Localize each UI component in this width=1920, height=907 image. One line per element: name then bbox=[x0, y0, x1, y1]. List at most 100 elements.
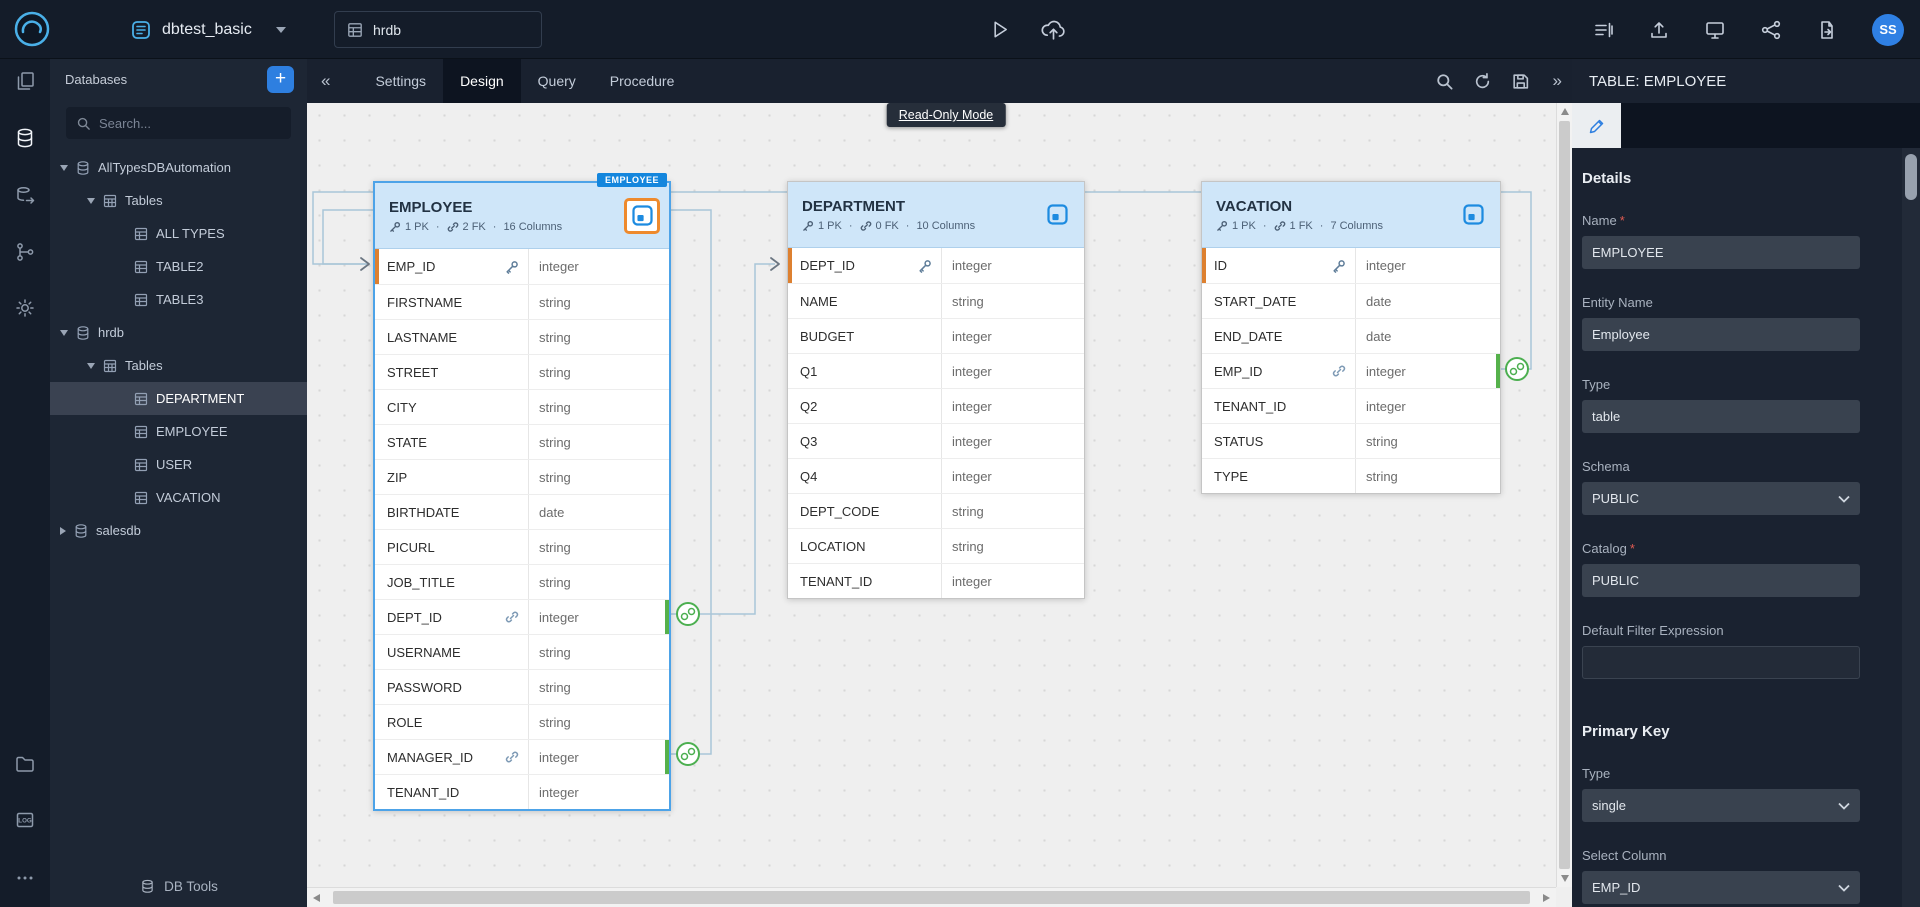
canvas-horizontal-scrollbar[interactable] bbox=[307, 887, 1556, 907]
column-row-employee-firstname[interactable]: FIRSTNAMEstring bbox=[375, 284, 669, 319]
column-row-employee-state[interactable]: STATEstring bbox=[375, 424, 669, 459]
tab-design[interactable]: Design bbox=[443, 59, 521, 103]
type-select[interactable]: single bbox=[1582, 789, 1860, 822]
entity-header[interactable]: EMPLOYEE1 PK·2 FK·16 Columns bbox=[375, 183, 669, 249]
column-row-employee-password[interactable]: PASSWORDstring bbox=[375, 669, 669, 704]
refresh-button[interactable] bbox=[1473, 72, 1492, 91]
column-row-employee-tenant-id[interactable]: TENANT_IDinteger bbox=[375, 774, 669, 809]
more-button[interactable] bbox=[0, 858, 50, 898]
column-row-employee-birthdate[interactable]: BIRTHDATEdate bbox=[375, 494, 669, 529]
entity-header[interactable]: DEPARTMENT1 PK·0 FK·10 Columns bbox=[788, 182, 1084, 248]
column-row-vacation-tenant-id[interactable]: TENANT_IDinteger bbox=[1202, 388, 1500, 423]
column-row-employee-picurl[interactable]: PICURLstring bbox=[375, 529, 669, 564]
diagram-search-button[interactable] bbox=[1435, 72, 1454, 91]
canvas-vertical-scrollbar[interactable] bbox=[1556, 103, 1572, 887]
tasks-button[interactable] bbox=[1592, 19, 1614, 41]
type-input[interactable]: table bbox=[1582, 400, 1860, 433]
collapse-left-icon[interactable]: « bbox=[315, 67, 336, 95]
workspace-selector[interactable]: dbtest_basic bbox=[120, 12, 296, 47]
databases-button[interactable] bbox=[0, 118, 50, 158]
tree-item-employee[interactable]: EMPLOYEE bbox=[50, 415, 307, 448]
properties-scrollbar[interactable] bbox=[1902, 148, 1920, 907]
scroll-left-icon[interactable] bbox=[313, 894, 320, 902]
tree-item-salesdb[interactable]: salesdb bbox=[50, 514, 307, 547]
catalog-input[interactable]: PUBLIC bbox=[1582, 564, 1860, 597]
column-row-department-q3[interactable]: Q3integer bbox=[788, 423, 1084, 458]
expand-right-icon[interactable]: » bbox=[1549, 71, 1566, 91]
tab-settings[interactable]: Settings bbox=[358, 59, 443, 103]
column-row-employee-street[interactable]: STREETstring bbox=[375, 354, 669, 389]
column-row-vacation-end-date[interactable]: END_DATEdate bbox=[1202, 318, 1500, 353]
connections-button[interactable] bbox=[0, 232, 50, 272]
commit-button[interactable] bbox=[1040, 18, 1067, 41]
column-row-employee-job-title[interactable]: JOB_TITLEstring bbox=[375, 564, 669, 599]
column-row-department-dept-id[interactable]: DEPT_IDinteger bbox=[788, 248, 1084, 283]
tree-twisty-icon[interactable] bbox=[60, 527, 66, 535]
scroll-down-icon[interactable] bbox=[1561, 875, 1569, 882]
column-row-department-q2[interactable]: Q2integer bbox=[788, 388, 1084, 423]
tree-twisty-icon[interactable] bbox=[60, 330, 68, 336]
default-filter-expression-input[interactable] bbox=[1582, 646, 1860, 679]
tree-item-department[interactable]: DEPARTMENT bbox=[50, 382, 307, 415]
column-row-employee-dept-id[interactable]: DEPT_IDinteger bbox=[375, 599, 669, 634]
entity-icon-button[interactable] bbox=[1455, 197, 1491, 233]
scrollbar-thumb[interactable] bbox=[333, 891, 1530, 904]
entity-employee[interactable]: EMPLOYEEEMPLOYEE1 PK·2 FK·16 ColumnsEMP_… bbox=[373, 181, 671, 811]
export-file-button[interactable] bbox=[1816, 19, 1838, 41]
column-row-department-tenant-id[interactable]: TENANT_IDinteger bbox=[788, 563, 1084, 598]
column-row-vacation-id[interactable]: IDinteger bbox=[1202, 248, 1500, 283]
tree-item-all-types[interactable]: ALL TYPES bbox=[50, 217, 307, 250]
scroll-up-icon[interactable] bbox=[1561, 108, 1569, 115]
run-button[interactable] bbox=[988, 18, 1011, 41]
select-column-select[interactable]: EMP_ID bbox=[1582, 871, 1860, 904]
column-row-department-budget[interactable]: BUDGETinteger bbox=[788, 318, 1084, 353]
column-row-department-name[interactable]: NAMEstring bbox=[788, 283, 1084, 318]
settings-button[interactable] bbox=[0, 288, 50, 328]
tab-query[interactable]: Query bbox=[521, 59, 593, 103]
entity-icon-button[interactable] bbox=[1039, 197, 1075, 233]
tree-item-vacation[interactable]: VACATION bbox=[50, 481, 307, 514]
schema-select[interactable]: PUBLIC bbox=[1582, 482, 1860, 515]
tab-procedure[interactable]: Procedure bbox=[593, 59, 692, 103]
tree-item-table2[interactable]: TABLE2 bbox=[50, 250, 307, 283]
add-connection-button[interactable]: + bbox=[267, 66, 294, 93]
pages-button[interactable] bbox=[0, 61, 50, 101]
tree-twisty-icon[interactable] bbox=[87, 363, 95, 369]
tree-twisty-icon[interactable] bbox=[60, 165, 68, 171]
tree-item-tables[interactable]: Tables bbox=[50, 349, 307, 382]
db-tools-button[interactable]: DB Tools bbox=[50, 878, 307, 895]
column-row-department-dept-code[interactable]: DEPT_CODEstring bbox=[788, 493, 1084, 528]
column-row-employee-role[interactable]: ROLEstring bbox=[375, 704, 669, 739]
log-button[interactable]: LOG bbox=[0, 800, 50, 840]
entity-header[interactable]: VACATION1 PK·1 FK·7 Columns bbox=[1202, 182, 1500, 248]
data-transfer-button[interactable] bbox=[0, 176, 50, 216]
column-row-vacation-start-date[interactable]: START_DATEdate bbox=[1202, 283, 1500, 318]
folder-button[interactable] bbox=[0, 744, 50, 784]
display-button[interactable] bbox=[1704, 19, 1726, 41]
column-row-department-q4[interactable]: Q4integer bbox=[788, 458, 1084, 493]
column-row-employee-username[interactable]: USERNAMEstring bbox=[375, 634, 669, 669]
column-row-department-location[interactable]: LOCATIONstring bbox=[788, 528, 1084, 563]
user-avatar[interactable]: SS bbox=[1872, 14, 1904, 46]
column-row-vacation-status[interactable]: STATUSstring bbox=[1202, 423, 1500, 458]
scrollbar-thumb[interactable] bbox=[1905, 154, 1917, 200]
entity-name-input[interactable]: Employee bbox=[1582, 318, 1860, 351]
tree-item-table3[interactable]: TABLE3 bbox=[50, 283, 307, 316]
column-row-employee-zip[interactable]: ZIPstring bbox=[375, 459, 669, 494]
entity-icon-button[interactable] bbox=[624, 198, 660, 234]
column-row-employee-manager-id[interactable]: MANAGER_IDinteger bbox=[375, 739, 669, 774]
tab-edit[interactable] bbox=[1572, 103, 1621, 148]
save-button[interactable] bbox=[1511, 72, 1530, 91]
entity-vacation[interactable]: VACATION1 PK·1 FK·7 ColumnsIDintegerSTAR… bbox=[1201, 181, 1501, 494]
tree-item-user[interactable]: USER bbox=[50, 448, 307, 481]
tree-item-hrdb[interactable]: hrdb bbox=[50, 316, 307, 349]
tree-twisty-icon[interactable] bbox=[87, 198, 95, 204]
column-row-employee-lastname[interactable]: LASTNAMEstring bbox=[375, 319, 669, 354]
name-input[interactable]: EMPLOYEE bbox=[1582, 236, 1860, 269]
tree-item-alltypesdbautomation[interactable]: AllTypesDBAutomation bbox=[50, 151, 307, 184]
network-button[interactable] bbox=[1760, 19, 1782, 41]
column-row-employee-emp-id[interactable]: EMP_IDinteger bbox=[375, 249, 669, 284]
scrollbar-thumb[interactable] bbox=[1559, 121, 1570, 869]
connection-selector[interactable]: hrdb bbox=[334, 11, 542, 48]
scroll-right-icon[interactable] bbox=[1543, 894, 1550, 902]
